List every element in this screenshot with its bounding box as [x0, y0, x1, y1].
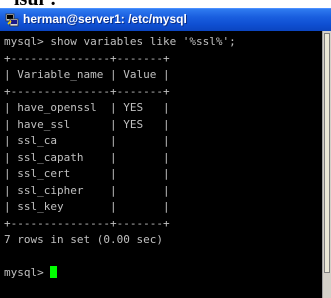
- cursor: [50, 266, 58, 278]
- table-row: | ssl_cipher | |: [4, 183, 170, 197]
- table-header-row: | Variable_name | Value |: [4, 68, 170, 81]
- scrollbar-thumb[interactable]: [324, 33, 330, 273]
- fragment-text: lsul´.: [14, 0, 56, 8]
- title-bar[interactable]: herman@server1: /etc/mysql: [0, 8, 331, 31]
- table-row: | ssl_key | |: [4, 200, 170, 213]
- putty-icon: [5, 13, 19, 27]
- terminal-line-command: mysql> show variables like '%ssl%';: [4, 35, 236, 48]
- prompt: mysql>: [4, 266, 51, 279]
- table-border-header: +---------------+-------+: [4, 84, 170, 98]
- table-row: | ssl_capath | |: [4, 150, 170, 164]
- table-border-bottom: +---------------+-------+: [4, 216, 170, 230]
- terminal-window: herman@server1: /etc/mysql mysql> show v…: [0, 8, 331, 298]
- cropped-text-fragment: lsul´.: [0, 0, 331, 8]
- table-row: | ssl_cert | |: [4, 167, 170, 180]
- table-row: | have_openssl | YES |: [4, 101, 170, 114]
- table-border-top: +---------------+-------+: [4, 51, 170, 65]
- prompt-line[interactable]: mysql>: [4, 265, 322, 282]
- terminal-output[interactable]: mysql> show variables like '%ssl%'; +---…: [0, 31, 322, 298]
- window-title: herman@server1: /etc/mysql: [23, 12, 187, 26]
- table-row: | ssl_ca | |: [4, 134, 170, 147]
- vertical-scrollbar[interactable]: [322, 31, 331, 298]
- result-summary: 7 rows in set (0.00 sec): [4, 233, 163, 246]
- table-row: | have_ssl | YES |: [4, 117, 170, 131]
